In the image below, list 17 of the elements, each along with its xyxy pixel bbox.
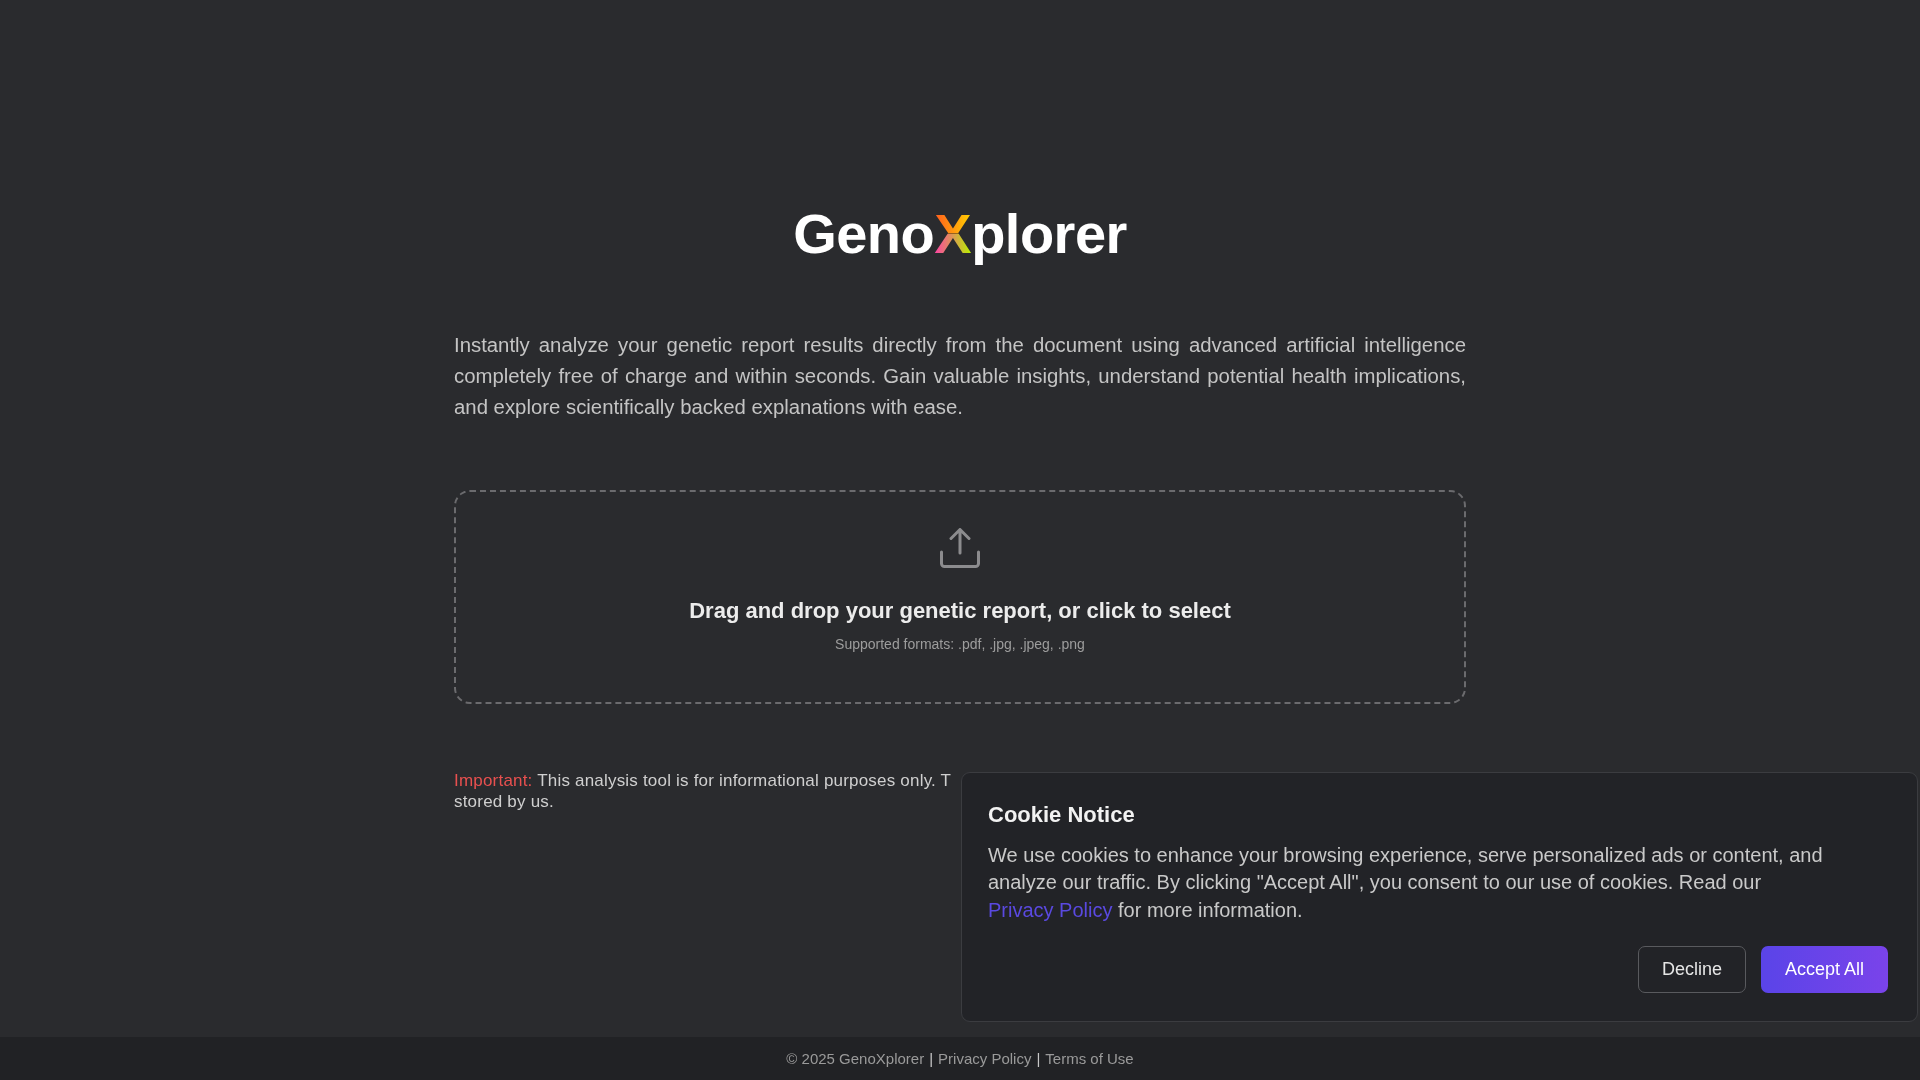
cookie-notice-title: Cookie Notice (988, 800, 1135, 829)
upload-icon (940, 528, 980, 568)
separator-text: | (929, 1050, 934, 1067)
supported-formats-text: Supported formats: .pdf, .jpg, .jpeg, .png (835, 635, 1085, 653)
upload-prompt-text: Drag and drop your genetic report, or click to select (689, 597, 1231, 625)
separator-text: | (1036, 1050, 1041, 1067)
copyright-text: © 2025 GenoXplorer (786, 1050, 925, 1067)
cookie-notice-text: We use cookies to enhance your browsing experience, serve personalized ads or content, and analyze our traffic. By clicking "Accept All", you consent to our use of cookies. Read our Privacy Policy for more information. (988, 842, 1824, 923)
description-text: Instantly analyze your genetic report results directly from the document using advanced artificial intelligence completely free of charge and within seconds. Gain valuable insights, understand potential health implications, and explore scientifically backed explanations with ease. (454, 333, 1466, 420)
decline-button[interactable]: Decline (1638, 946, 1746, 993)
notice-text: Important: This analysis tool is for informational purposes only. T (454, 770, 952, 791)
upload-dropzone[interactable]: Drag and drop your genetic report, or click to select Supported formats: .pdf, .jpg, .jpeg, .png (454, 490, 1466, 704)
logo: GenoXplorer (793, 201, 1127, 267)
footer-link[interactable]: Privacy Policy (938, 1050, 1032, 1067)
notice-text: stored by us. (454, 791, 554, 812)
footer-link[interactable]: Terms of Use (1045, 1050, 1134, 1067)
accept-button[interactable]: Accept All (1761, 946, 1888, 993)
